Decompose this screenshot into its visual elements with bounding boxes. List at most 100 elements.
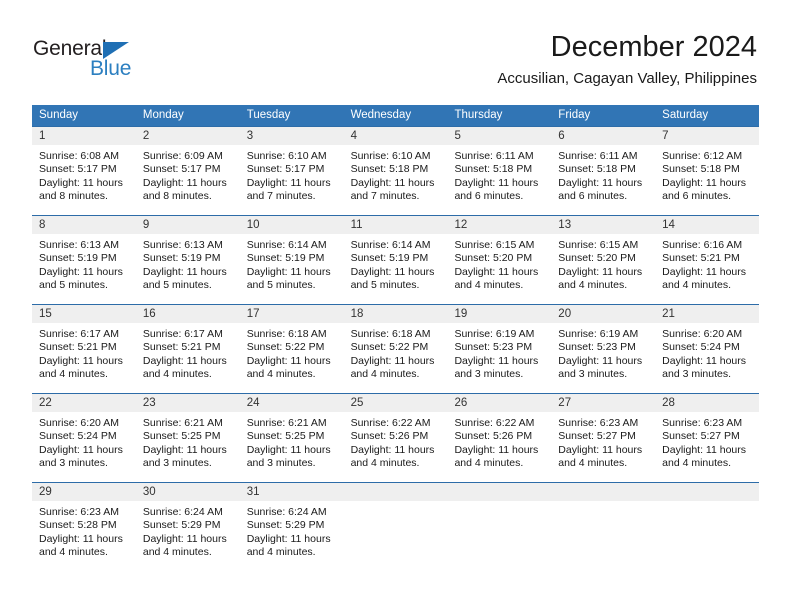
day-cell[interactable]: 4 Sunrise: 6:10 AM Sunset: 5:18 PM Dayli… xyxy=(343,127,448,215)
day-number: 31 xyxy=(239,483,344,501)
week-row: 22 Sunrise: 6:20 AM Sunset: 5:24 PM Dayl… xyxy=(32,393,760,482)
sunrise-text: Sunrise: 6:12 AM xyxy=(662,150,743,162)
day-cell[interactable]: 31 Sunrise: 6:24 AM Sunset: 5:29 PM Dayl… xyxy=(239,483,344,571)
day-cell[interactable]: 30 Sunrise: 6:24 AM Sunset: 5:29 PM Dayl… xyxy=(135,483,240,571)
day-number xyxy=(655,483,760,501)
calendar-page: General Blue December 2024 Accusilian, C… xyxy=(0,0,792,612)
sunset-text: Sunset: 5:23 PM xyxy=(558,341,636,354)
day-cell[interactable]: 20 Sunrise: 6:19 AM Sunset: 5:23 PM Dayl… xyxy=(551,305,656,393)
sunset-text: Sunset: 5:17 PM xyxy=(246,163,325,176)
day-cell[interactable]: 21 Sunrise: 6:20 AM Sunset: 5:24 PM Dayl… xyxy=(655,305,760,393)
sunset-text: Sunset: 5:29 PM xyxy=(142,519,221,532)
daylight-text-line1: Daylight: 11 hours xyxy=(246,443,331,456)
day-cell[interactable]: 3 Sunrise: 6:10 AM Sunset: 5:17 PM Dayli… xyxy=(239,127,344,215)
day-number: 13 xyxy=(551,216,656,234)
day-cell[interactable]: 29 Sunrise: 6:23 AM Sunset: 5:28 PM Dayl… xyxy=(32,483,136,571)
daylight-text-line2: and 4 minutes. xyxy=(39,545,108,558)
day-cell-empty xyxy=(655,483,760,571)
day-cell[interactable]: 15 Sunrise: 6:17 AM Sunset: 5:21 PM Dayl… xyxy=(32,305,136,393)
day-number: 3 xyxy=(239,127,344,145)
day-number: 29 xyxy=(32,483,136,501)
daylight-text-line1: Daylight: 11 hours xyxy=(558,176,643,189)
sunset-text: Sunset: 5:19 PM xyxy=(39,252,117,265)
daylight-text-line1: Daylight: 11 hours xyxy=(142,265,227,278)
day-cell[interactable]: 9 Sunrise: 6:13 AM Sunset: 5:19 PM Dayli… xyxy=(135,216,240,304)
day-cell[interactable]: 5 Sunrise: 6:11 AM Sunset: 5:18 PM Dayli… xyxy=(447,127,552,215)
sunrise-text: Sunrise: 6:24 AM xyxy=(246,506,327,518)
day-cell[interactable]: 2 Sunrise: 6:09 AM Sunset: 5:17 PM Dayli… xyxy=(135,127,240,215)
day-cell[interactable]: 24 Sunrise: 6:21 AM Sunset: 5:25 PM Dayl… xyxy=(239,394,344,482)
sunset-text: Sunset: 5:18 PM xyxy=(662,163,740,176)
day-cell[interactable]: 12 Sunrise: 6:15 AM Sunset: 5:20 PM Dayl… xyxy=(447,216,552,304)
sunset-text: Sunset: 5:27 PM xyxy=(558,430,636,443)
day-details: Sunrise: 6:11 AM Sunset: 5:18 PM Dayligh… xyxy=(551,145,655,215)
sunset-text: Sunset: 5:19 PM xyxy=(246,252,325,265)
day-details: Sunrise: 6:20 AM Sunset: 5:24 PM Dayligh… xyxy=(655,323,759,393)
daylight-text-line2: and 5 minutes. xyxy=(39,278,108,291)
weekday-header-tuesday: Tuesday xyxy=(246,109,291,121)
day-details: Sunrise: 6:15 AM Sunset: 5:20 PM Dayligh… xyxy=(551,234,655,304)
day-cell[interactable]: 1 Sunrise: 6:08 AM Sunset: 5:17 PM Dayli… xyxy=(32,127,136,215)
day-cell[interactable]: 26 Sunrise: 6:22 AM Sunset: 5:26 PM Dayl… xyxy=(447,394,552,482)
daylight-text-line1: Daylight: 11 hours xyxy=(662,354,747,367)
sunrise-text: Sunrise: 6:08 AM xyxy=(39,150,119,162)
daylight-text-line2: and 4 minutes. xyxy=(350,456,420,469)
day-number: 17 xyxy=(239,305,344,323)
day-cell[interactable]: 10 Sunrise: 6:14 AM Sunset: 5:19 PM Dayl… xyxy=(239,216,344,304)
day-cell[interactable]: 13 Sunrise: 6:15 AM Sunset: 5:20 PM Dayl… xyxy=(551,216,656,304)
sunrise-text: Sunrise: 6:22 AM xyxy=(454,417,535,429)
page-title: December 2024 xyxy=(550,31,757,63)
day-number: 8 xyxy=(32,216,136,234)
day-number: 5 xyxy=(447,127,552,145)
logo-text-blue: Blue xyxy=(90,57,132,80)
daylight-text-line2: and 4 minutes. xyxy=(142,545,212,558)
day-cell[interactable]: 23 Sunrise: 6:21 AM Sunset: 5:25 PM Dayl… xyxy=(135,394,240,482)
day-cell[interactable]: 28 Sunrise: 6:23 AM Sunset: 5:27 PM Dayl… xyxy=(655,394,760,482)
weekday-header-monday: Monday xyxy=(142,109,184,121)
day-cell[interactable]: 6 Sunrise: 6:11 AM Sunset: 5:18 PM Dayli… xyxy=(551,127,656,215)
day-details: Sunrise: 6:10 AM Sunset: 5:18 PM Dayligh… xyxy=(344,145,448,215)
daylight-text-line1: Daylight: 11 hours xyxy=(246,265,331,278)
day-number xyxy=(343,483,448,501)
daylight-text-line2: and 4 minutes. xyxy=(246,367,316,380)
daylight-text-line2: and 4 minutes. xyxy=(662,456,732,469)
sunset-text: Sunset: 5:21 PM xyxy=(662,252,740,265)
daylight-text-line1: Daylight: 11 hours xyxy=(246,532,331,545)
day-cell[interactable]: 7 Sunrise: 6:12 AM Sunset: 5:18 PM Dayli… xyxy=(655,127,760,215)
daylight-text-line1: Daylight: 11 hours xyxy=(350,176,435,189)
day-details: Sunrise: 6:14 AM Sunset: 5:19 PM Dayligh… xyxy=(344,234,448,304)
day-cell[interactable]: 11 Sunrise: 6:14 AM Sunset: 5:19 PM Dayl… xyxy=(343,216,448,304)
sunrise-text: Sunrise: 6:15 AM xyxy=(454,239,535,251)
day-cell[interactable]: 17 Sunrise: 6:18 AM Sunset: 5:22 PM Dayl… xyxy=(239,305,344,393)
day-cell[interactable]: 8 Sunrise: 6:13 AM Sunset: 5:19 PM Dayli… xyxy=(32,216,136,304)
day-cell[interactable]: 14 Sunrise: 6:16 AM Sunset: 5:21 PM Dayl… xyxy=(655,216,760,304)
daylight-text-line1: Daylight: 11 hours xyxy=(558,265,643,278)
day-number: 28 xyxy=(655,394,760,412)
day-number: 11 xyxy=(343,216,448,234)
day-cell[interactable]: 18 Sunrise: 6:18 AM Sunset: 5:22 PM Dayl… xyxy=(343,305,448,393)
daylight-text-line2: and 4 minutes. xyxy=(246,545,316,558)
sunset-text: Sunset: 5:22 PM xyxy=(246,341,325,354)
sunset-text: Sunset: 5:26 PM xyxy=(454,430,533,443)
sunset-text: Sunset: 5:21 PM xyxy=(142,341,221,354)
daylight-text-line1: Daylight: 11 hours xyxy=(39,443,123,456)
day-number: 1 xyxy=(32,127,136,145)
sunset-text: Sunset: 5:27 PM xyxy=(662,430,740,443)
day-cell[interactable]: 19 Sunrise: 6:19 AM Sunset: 5:23 PM Dayl… xyxy=(447,305,552,393)
sunset-text: Sunset: 5:22 PM xyxy=(350,341,429,354)
day-cell[interactable]: 16 Sunrise: 6:17 AM Sunset: 5:21 PM Dayl… xyxy=(135,305,240,393)
day-cell[interactable]: 27 Sunrise: 6:23 AM Sunset: 5:27 PM Dayl… xyxy=(551,394,656,482)
day-cell[interactable]: 22 Sunrise: 6:20 AM Sunset: 5:24 PM Dayl… xyxy=(32,394,136,482)
sunrise-text: Sunrise: 6:23 AM xyxy=(662,417,743,429)
daylight-text-line2: and 4 minutes. xyxy=(454,456,524,469)
daylight-text-line1: Daylight: 11 hours xyxy=(39,354,123,367)
day-number xyxy=(551,483,656,501)
daylight-text-line2: and 4 minutes. xyxy=(454,278,524,291)
weekday-header-saturday: Saturday xyxy=(662,109,709,121)
day-number: 22 xyxy=(32,394,136,412)
daylight-text-line1: Daylight: 11 hours xyxy=(142,532,227,545)
sunrise-text: Sunrise: 6:20 AM xyxy=(39,417,119,429)
day-cell-empty xyxy=(343,483,448,571)
daylight-text-line1: Daylight: 11 hours xyxy=(39,265,123,278)
day-cell[interactable]: 25 Sunrise: 6:22 AM Sunset: 5:26 PM Dayl… xyxy=(343,394,448,482)
